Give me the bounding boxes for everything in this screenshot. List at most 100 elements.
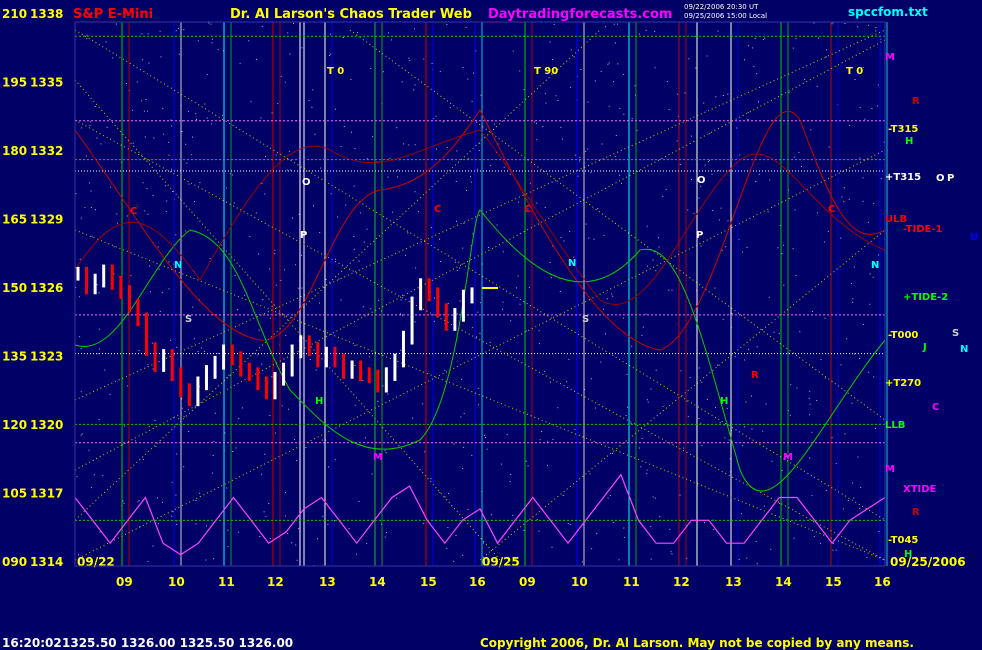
grid-dot (171, 168, 173, 170)
grid-dot (538, 330, 540, 332)
grid-dot (747, 119, 749, 120)
grid-dot (655, 369, 657, 371)
grid-dot (579, 160, 581, 162)
grid-dot (792, 47, 794, 49)
site-link[interactable]: Daytradingforecasts.com (488, 7, 672, 22)
grid-dot (726, 407, 728, 409)
grid-dot (868, 371, 870, 373)
grid-dot (862, 323, 864, 325)
grid-dot (168, 261, 170, 263)
grid-dot (646, 399, 648, 401)
grid-dot (479, 332, 481, 334)
grid-dot (99, 531, 101, 533)
grid-dot (601, 143, 603, 145)
grid-dot (769, 179, 771, 181)
grid-dot (618, 559, 620, 561)
grid-dot (165, 211, 167, 213)
grid-dot (788, 92, 790, 94)
grid-dot (684, 92, 686, 94)
grid-dot (211, 472, 213, 474)
grid-dot (704, 522, 705, 524)
grid-dot (433, 320, 435, 322)
grid-dot (105, 41, 107, 43)
grid-dot (84, 207, 86, 209)
grid-dot (591, 548, 593, 550)
grid-dot (747, 45, 749, 47)
grid-dot (315, 369, 317, 371)
grid-dot (210, 123, 212, 125)
grid-dot (585, 150, 586, 152)
grid-dot (436, 148, 437, 150)
grid-dot (453, 560, 455, 562)
grid-dot (322, 515, 324, 517)
right-label: O (936, 173, 945, 184)
grid-dot (835, 549, 837, 551)
grid-dot (444, 496, 446, 498)
grid-dot (85, 155, 87, 157)
grid-dot (199, 182, 201, 184)
grid-dot (227, 529, 229, 531)
grid-dot (539, 343, 540, 345)
grid-dot (194, 201, 196, 202)
grid-dot (611, 452, 613, 454)
grid-dot (560, 126, 562, 128)
grid-dot (335, 258, 337, 260)
x-tick: 16 (469, 575, 486, 589)
grid-dot (157, 497, 158, 499)
grid-dot (622, 317, 624, 319)
grid-dot (509, 481, 511, 482)
grid-dot (665, 188, 667, 190)
grid-dot (277, 103, 279, 104)
grid-dot (226, 487, 228, 489)
grid-dot (471, 454, 473, 456)
grid-dot (351, 131, 352, 133)
grid-dot (587, 148, 589, 150)
x-tick: 15 (825, 575, 842, 589)
grid-dot (569, 86, 571, 88)
grid-dot (238, 418, 240, 420)
grid-dot (459, 267, 461, 269)
grid-dot (422, 403, 424, 405)
grid-dot (679, 164, 681, 165)
grid-dot (734, 356, 736, 358)
grid-dot (314, 133, 316, 135)
y-tick-price: 1329 (30, 213, 63, 227)
grid-dot (639, 447, 640, 449)
grid-dot (488, 247, 489, 248)
grid-dot (809, 403, 811, 405)
right-label: -T000 (888, 330, 918, 341)
grid-dot (235, 447, 237, 449)
grid-dot (506, 434, 508, 436)
grid-dot (659, 516, 661, 518)
grid-dot (590, 171, 592, 173)
grid-dot (690, 135, 692, 137)
grid-dot (738, 238, 740, 240)
grid-dot (525, 460, 527, 462)
grid-dot (388, 32, 390, 34)
grid-dot (510, 320, 512, 322)
x-tick: 09 (519, 575, 536, 589)
grid-dot (163, 133, 165, 135)
y-tick-osc: 210 (2, 7, 27, 21)
grid-dot (147, 33, 149, 35)
grid-dot (754, 38, 756, 39)
grid-dot (354, 365, 356, 366)
grid-dot (386, 531, 387, 533)
grid-dot (456, 270, 458, 271)
grid-dot (162, 108, 164, 109)
grid-dot (866, 557, 868, 559)
grid-dot (608, 105, 610, 107)
grid-dot (631, 118, 633, 120)
grid-dot (731, 312, 733, 314)
y-tick-osc: 090 (2, 555, 27, 569)
grid-dot (80, 347, 82, 349)
grid-dot (197, 351, 199, 352)
y-tick-osc: 165 (2, 213, 27, 227)
grid-dot (211, 42, 213, 44)
grid-dot (703, 102, 705, 104)
grid-dot (550, 381, 551, 383)
chart-label: O (697, 175, 706, 186)
grid-dot (261, 183, 263, 185)
grid-dot (581, 561, 583, 563)
grid-dot (368, 356, 370, 358)
